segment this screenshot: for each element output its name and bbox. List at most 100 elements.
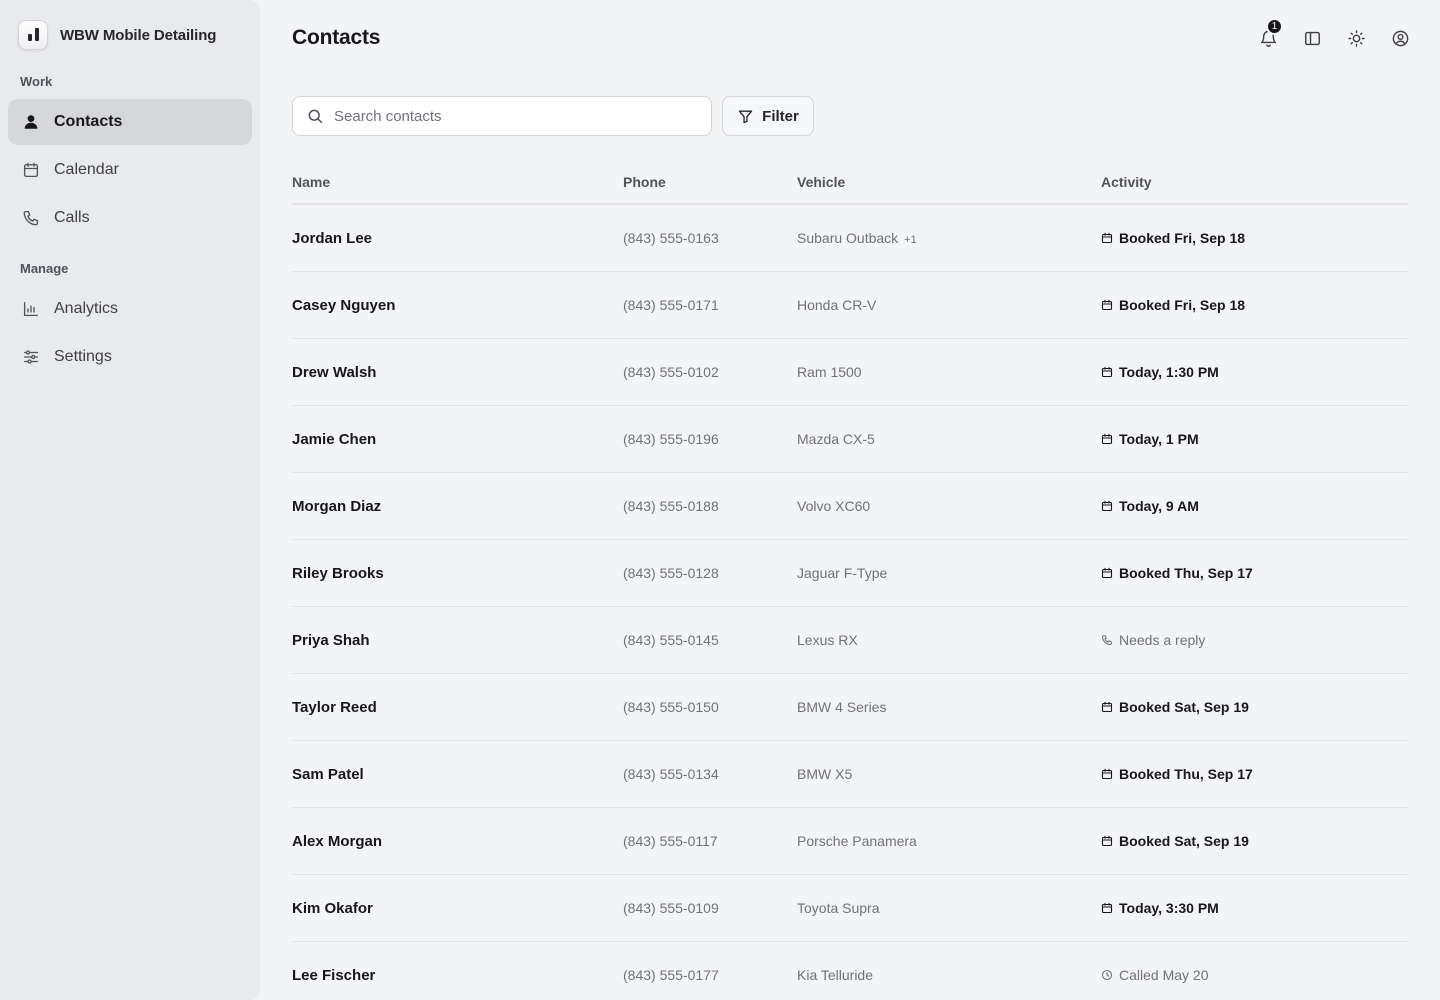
calendar-icon [1101,366,1113,378]
sidebar-item-label: Analytics [54,300,119,317]
calendar-icon [23,162,39,178]
contact-phone: (843) 555-0196 [623,431,719,447]
calendar-icon [1101,299,1113,311]
table-row[interactable]: Jamie Chen (843) 555-0196 Mazda CX-5 Today,… [292,406,1408,473]
table-row[interactable]: Sam Patel (843) 555-0134 BMW X5 Booked Thu,… [292,741,1408,808]
activity-label: Today, 1 PM [1119,431,1199,447]
contact-vehicle-cell: Jaguar F-Type [797,565,1101,581]
calendar-icon [1101,902,1113,914]
phone-icon [1101,634,1113,646]
search-input[interactable] [334,107,674,125]
contact-vehicle: Ram 1500 [797,364,862,380]
column-header-activity[interactable]: Activity [1101,174,1408,190]
contact-activity: Today, 1:30 PM [1101,364,1408,380]
contact-activity: Booked Thu, Sep 17 [1101,565,1408,581]
column-header-name[interactable]: Name [292,174,623,190]
sidebar-toggle-button[interactable] [1302,24,1322,52]
contact-activity: Booked Fri, Sep 18 [1101,297,1408,313]
contact-name: Taylor Reed [292,698,377,716]
page-title: Contacts [292,26,381,49]
contact-phone: (843) 555-0128 [623,565,719,581]
activity-label: Today, 3:30 PM [1119,900,1219,916]
table-header: Name Phone Vehicle Activity [292,160,1408,205]
contact-name: Kim Okafor [292,899,373,917]
notifications-button[interactable]: 1 [1258,18,1283,52]
sidebar-item-calls[interactable]: Calls [8,195,252,241]
search-box[interactable] [292,96,712,136]
table-body: Jordan Lee (843) 555-0163 Subaru Outback +1… [292,205,1408,1000]
column-header-vehicle[interactable]: Vehicle [797,174,1101,190]
filter-icon [738,110,753,123]
contact-vehicle-cell: Lexus RX [797,632,1101,648]
sun-icon [1347,29,1365,47]
calendar-icon [1101,768,1113,780]
contact-vehicle-cell: Ram 1500 [797,364,1101,380]
sidebar-item-contacts[interactable]: Contacts [8,99,252,145]
contact-phone: (843) 555-0163 [623,230,719,246]
activity-label: Booked Sat, Sep 19 [1119,833,1249,849]
contact-name: Sam Patel [292,765,364,783]
table-row[interactable]: Alex Morgan (843) 555-0117 Porsche Panamer… [292,808,1408,875]
column-header-phone[interactable]: Phone [623,174,797,190]
clock-icon [1101,969,1113,981]
account-button[interactable] [1390,24,1410,52]
table-row[interactable]: Lee Fischer (843) 555-0177 Kia Telluride Ca… [292,942,1408,1000]
sliders-icon [23,350,39,364]
activity-label: Booked Thu, Sep 17 [1119,565,1253,581]
activity-label: Today, 1:30 PM [1119,364,1219,380]
table-row[interactable]: Taylor Reed (843) 555-0150 BMW 4 Series Boo… [292,674,1408,741]
phone-icon [23,210,39,226]
sidebar-item-calendar[interactable]: Calendar [8,147,252,193]
activity-label: Called May 20 [1119,967,1209,983]
contact-name: Jordan Lee [292,229,373,247]
contact-name: Priya Shah [292,631,370,649]
table-row[interactable]: Casey Nguyen (843) 555-0171 Honda CR-V Book… [292,272,1408,339]
contact-phone: (843) 555-0177 [623,967,719,983]
contact-vehicle-cell: Subaru Outback +1 [797,230,1101,246]
activity-label: Today, 9 AM [1119,498,1199,514]
contact-activity: Today, 3:30 PM [1101,900,1408,916]
contact-vehicle-cell: Mazda CX-5 [797,431,1101,447]
contact-phone: (843) 555-0134 [623,766,719,782]
contact-name: Jamie Chen [292,430,377,448]
theme-toggle-button[interactable] [1346,24,1366,52]
contact-vehicle: Subaru Outback [797,230,899,246]
bar-chart-icon [23,301,39,317]
contact-name: Alex Morgan [292,832,383,850]
table-row[interactable]: Kim Okafor (843) 555-0109 Toyota Supra Toda… [292,875,1408,942]
brand[interactable]: WBW Mobile Detailing [18,20,216,50]
contact-vehicle: Honda CR-V [797,297,877,313]
table-row[interactable]: Priya Shah (843) 555-0145 Lexus RX Needs a … [292,607,1408,674]
contact-phone: (843) 555-0117 [623,833,718,849]
contact-vehicle-cell: Kia Telluride [797,967,1101,983]
contact-vehicle: Volvo XC60 [797,498,871,514]
contact-vehicle: Porsche Panamera [797,833,917,849]
contact-vehicle-cell: Honda CR-V [797,297,1101,313]
calendar-icon [1101,567,1113,579]
notification-badge: 1 [1266,18,1283,35]
activity-label: Booked Sat, Sep 19 [1119,699,1249,715]
sidebar-item-settings[interactable]: Settings [8,334,252,380]
contact-activity: Booked Fri, Sep 18 [1101,230,1408,246]
filter-button[interactable]: Filter [722,96,814,136]
activity-label: Booked Fri, Sep 18 [1119,297,1246,313]
calendar-icon [1101,433,1113,445]
top-toolbar: 1 [1258,18,1410,52]
contact-phone: (843) 555-0109 [623,900,719,916]
table-row[interactable]: Jordan Lee (843) 555-0163 Subaru Outback +1… [292,205,1408,272]
search-icon [308,109,323,124]
activity-label: Booked Thu, Sep 17 [1119,766,1253,782]
section-label-work: Work [20,74,53,89]
contact-vehicle: Jaguar F-Type [797,565,888,581]
contact-activity: Today, 9 AM [1101,498,1408,514]
contact-name: Casey Nguyen [292,296,396,314]
contact-vehicle: Toyota Supra [797,900,880,916]
contact-name: Riley Brooks [292,564,384,582]
contact-vehicle: Lexus RX [797,632,858,648]
contact-name: Drew Walsh [292,363,377,381]
table-row[interactable]: Riley Brooks (843) 555-0128 Jaguar F-Type B… [292,540,1408,607]
table-row[interactable]: Morgan Diaz (843) 555-0188 Volvo XC60 Today… [292,473,1408,540]
sidebar-toggle-icon [1304,31,1320,45]
table-row[interactable]: Drew Walsh (843) 555-0102 Ram 1500 Today, 1… [292,339,1408,406]
sidebar-item-analytics[interactable]: Analytics [8,286,252,332]
